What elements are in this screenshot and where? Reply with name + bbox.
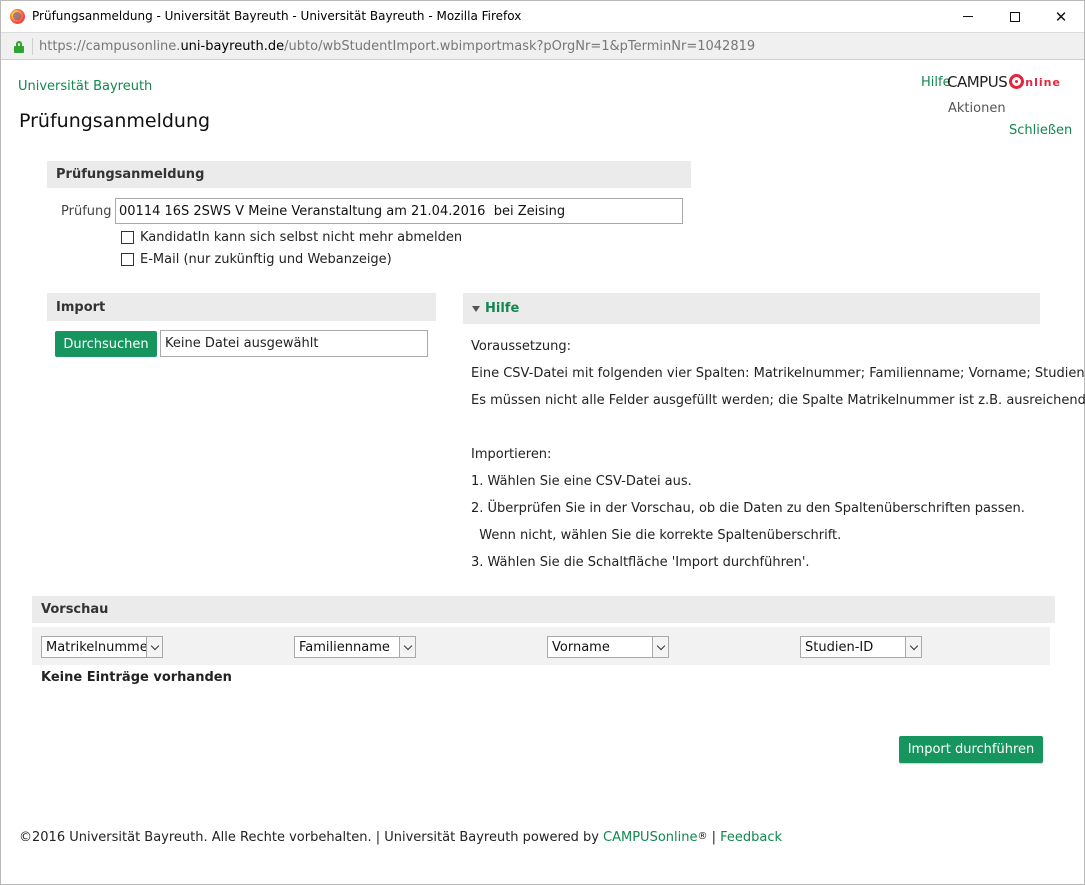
campusonline-link[interactable]: CAMPUSonline — [603, 830, 697, 845]
help-line: Importieren: — [471, 447, 552, 462]
campusonline-logo[interactable]: CAMPUS nline — [947, 73, 1061, 91]
preview-section-header: Vorschau — [32, 596, 1055, 623]
help-section-header[interactable]: Hilfe — [463, 293, 1040, 324]
address-bar[interactable]: https://campusonline.uni-bayreuth.de/ubt… — [1, 32, 1084, 60]
title-bar: Prüfungsanmeldung - Universität Bayreuth… — [1, 1, 1084, 32]
close-icon: ✕ — [1054, 7, 1068, 26]
column-select-3[interactable]: Vorname — [547, 636, 669, 658]
browser-window: Prüfungsanmeldung - Universität Bayreuth… — [0, 0, 1085, 885]
exam-field[interactable] — [115, 198, 683, 224]
feedback-link[interactable]: Feedback — [720, 830, 782, 845]
import-section-header: Import — [47, 293, 436, 321]
empty-message: Keine Einträge vorhanden — [41, 670, 232, 685]
chevron-down-icon[interactable] — [905, 637, 921, 657]
window-title: Prüfungsanmeldung - Universität Bayreuth… — [32, 9, 522, 23]
import-button[interactable]: Import durchführen — [899, 736, 1043, 763]
online-o-icon — [1009, 74, 1025, 89]
page-title: Prüfungsanmeldung — [19, 110, 211, 132]
help-line: 3. Wählen Sie die Schaltfläche 'Import d… — [471, 555, 810, 570]
maximize-button[interactable] — [992, 1, 1038, 32]
firefox-icon — [10, 9, 25, 24]
self-deregister-label: KandidatIn kann sich selbst nicht mehr a… — [140, 230, 463, 245]
url-text[interactable]: https://campusonline.uni-bayreuth.de/ubt… — [39, 39, 755, 54]
collapse-triangle-icon[interactable] — [472, 305, 480, 312]
self-deregister-checkbox[interactable] — [121, 231, 134, 244]
help-line: Eine CSV-Datei mit folgenden vier Spalte… — [471, 366, 1085, 381]
column-select-4[interactable]: Studien-ID — [800, 636, 922, 658]
chevron-down-icon[interactable] — [146, 637, 162, 657]
help-section-title: Hilfe — [485, 301, 520, 316]
email-checkbox[interactable] — [121, 253, 134, 266]
column-select-2[interactable]: Familienname — [294, 636, 416, 658]
url-divider — [32, 38, 33, 55]
help-line: Wenn nicht, wählen Sie die korrekte Spal… — [471, 528, 842, 543]
actions-label: Aktionen — [948, 101, 1006, 116]
header-right: Hilfe CAMPUS nline — [921, 73, 1071, 95]
browse-button[interactable]: Durchsuchen — [55, 331, 157, 357]
exam-label: Prüfung — [61, 204, 112, 219]
email-label: E-Mail (nur zukünftig und Webanzeige) — [140, 252, 392, 267]
help-line: Voraussetzung: — [471, 339, 571, 354]
lock-icon[interactable] — [14, 41, 24, 53]
chevron-down-icon[interactable] — [652, 637, 668, 657]
column-select-1[interactable]: Matrikelnummer — [41, 636, 163, 658]
minimize-icon — [963, 16, 973, 17]
page-content: Universität Bayreuth Prüfungsanmeldung H… — [1, 61, 1085, 884]
file-name-field[interactable]: Keine Datei ausgewählt — [160, 330, 428, 357]
maximize-icon — [1010, 11, 1020, 22]
chevron-down-icon[interactable] — [399, 637, 415, 657]
help-line: Es müssen nicht alle Felder ausgefüllt w… — [471, 393, 1085, 408]
university-link[interactable]: Universität Bayreuth — [18, 79, 152, 94]
exam-section-header: Prüfungsanmeldung — [47, 161, 691, 188]
close-link[interactable]: Schließen — [1009, 123, 1072, 138]
footer: ©2016 Universität Bayreuth. Alle Rechte … — [19, 830, 783, 845]
help-line: 2. Überprüfen Sie in der Vorschau, ob di… — [471, 501, 1025, 516]
minimize-button[interactable] — [945, 1, 991, 32]
help-line: 1. Wählen Sie eine CSV-Datei aus. — [471, 474, 692, 489]
close-window-button[interactable]: ✕ — [1038, 1, 1084, 32]
